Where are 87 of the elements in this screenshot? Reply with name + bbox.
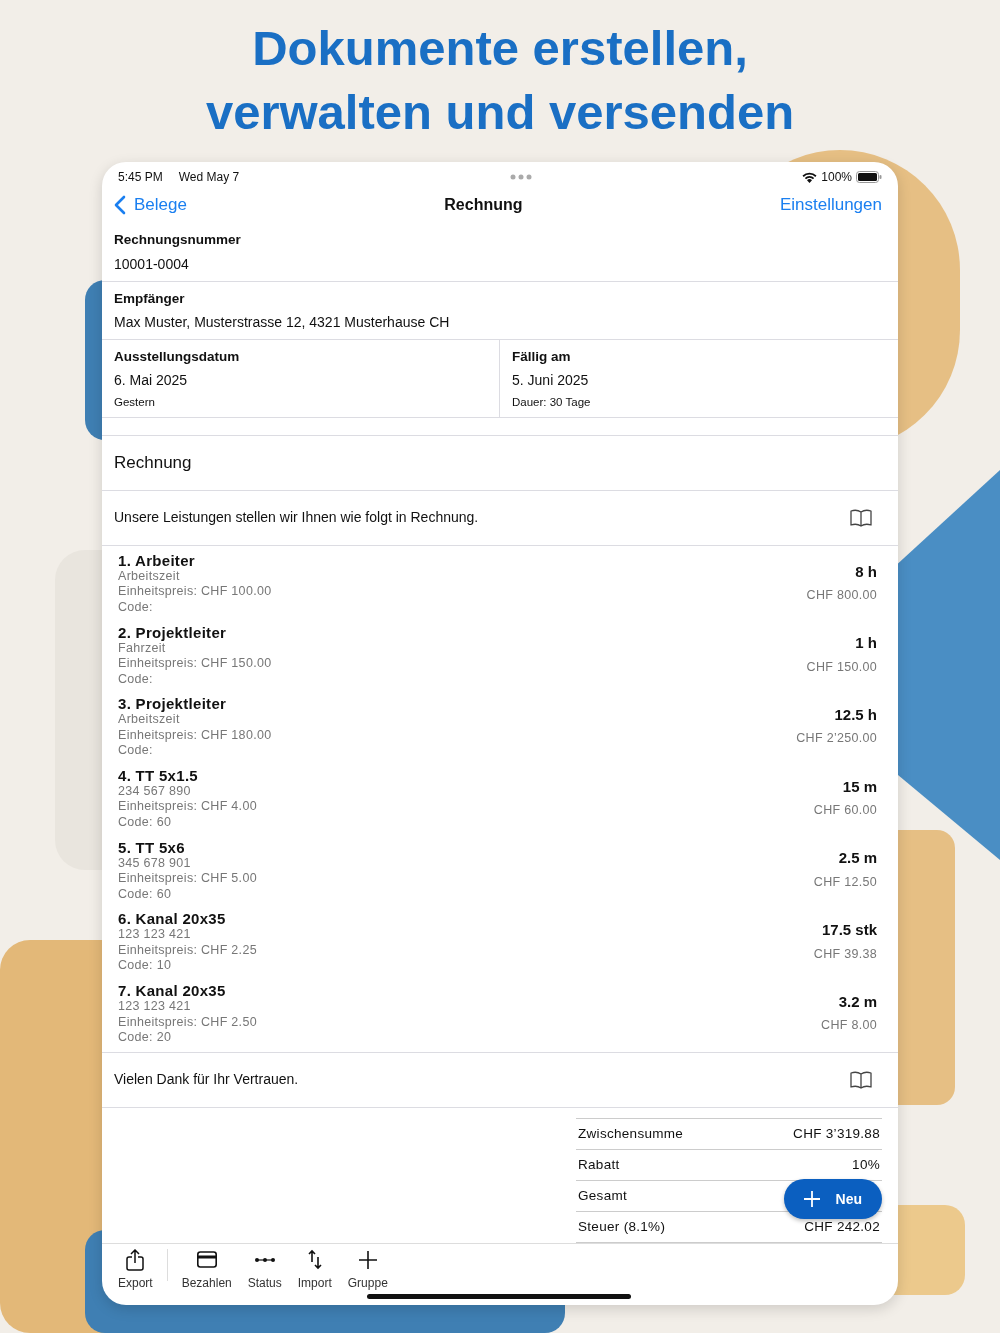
credit-card-icon bbox=[196, 1248, 217, 1271]
item-detail: 123 123 421 bbox=[118, 927, 192, 943]
headline: verwalten und versenden bbox=[204, 84, 796, 141]
item-quantity: 17.5 stk bbox=[820, 920, 877, 941]
item-detail: Arbeitszeit bbox=[118, 712, 181, 728]
toolbar-button[interactable]: Import bbox=[289, 1248, 340, 1292]
status-time: 5:45 PM bbox=[118, 169, 163, 187]
note-text: Vielen Dank für Ihr Vertrauen. bbox=[114, 1070, 299, 1090]
item-detail: Code: bbox=[118, 671, 154, 688]
total-value: CHF 242.02 bbox=[804, 1217, 880, 1236]
more-icon bbox=[509, 174, 532, 181]
total-label: Steuer (8.1%) bbox=[578, 1217, 666, 1236]
chevron-left-icon bbox=[114, 194, 126, 215]
field-note: Dauer: 30 Tage bbox=[512, 395, 592, 411]
item-amount: CHF 150.00 bbox=[806, 658, 877, 676]
new-button[interactable]: Neu bbox=[783, 1179, 882, 1219]
item-amount: CHF 2’250.00 bbox=[796, 730, 877, 748]
item-quantity: 12.5 h bbox=[833, 704, 877, 725]
item-amount: CHF 800.00 bbox=[806, 587, 877, 605]
item-detail: Arbeitszeit bbox=[118, 568, 181, 585]
item-quantity: 2.5 m bbox=[837, 848, 877, 869]
item-detail: Einheitspreis: CHF 5.00 bbox=[118, 871, 257, 887]
status-date: Wed May 7 bbox=[178, 169, 240, 187]
item-detail: Code: 10 bbox=[118, 958, 173, 974]
field-label: Empfänger bbox=[114, 289, 186, 308]
item-detail: Einheitspreis: CHF 100.00 bbox=[118, 584, 272, 600]
toolbar-button[interactable]: Export bbox=[110, 1248, 161, 1292]
item-detail: 123 123 421 bbox=[118, 999, 192, 1015]
item-detail: 234 567 890 bbox=[118, 783, 192, 800]
item-amount: CHF 39.38 bbox=[813, 945, 877, 963]
item-title: 7. Kanal 20x35 bbox=[118, 982, 227, 999]
item-detail: Einheitspreis: CHF 180.00 bbox=[118, 727, 272, 744]
field-label: Rechnungsnummer bbox=[114, 231, 242, 250]
book-icon[interactable] bbox=[850, 1070, 872, 1089]
total-label: Gesamt bbox=[578, 1186, 628, 1205]
toolbar-button[interactable]: Status bbox=[239, 1248, 290, 1292]
field-value: 6. Mai 2025 bbox=[114, 371, 189, 391]
share-icon bbox=[125, 1248, 146, 1271]
field-value: 10001-0004 bbox=[114, 254, 190, 274]
item-detail: Fahrzeit bbox=[118, 640, 166, 657]
item-title: 2. Projektleiter bbox=[118, 623, 228, 641]
plus-icon bbox=[357, 1248, 378, 1271]
section-title: Rechnung bbox=[102, 435, 898, 491]
total-label: Rabatt bbox=[578, 1155, 620, 1174]
item-detail: Einheitspreis: CHF 2.50 bbox=[118, 1014, 257, 1030]
item-title: 1. Arbeiter bbox=[118, 551, 196, 569]
item-detail: 345 678 901 bbox=[118, 855, 192, 872]
headline: Dokumente erstellen, bbox=[251, 20, 749, 77]
item-detail: Code: bbox=[118, 599, 154, 616]
settings-link[interactable]: Einstellungen bbox=[779, 192, 882, 218]
battery-percent: 100% bbox=[821, 169, 852, 187]
battery-icon bbox=[856, 171, 882, 184]
item-detail: Code: 20 bbox=[118, 1030, 173, 1046]
item-detail: Einheitspreis: CHF 2.25 bbox=[118, 942, 257, 959]
field-note: Gestern bbox=[114, 395, 156, 411]
plus-icon bbox=[803, 1191, 820, 1207]
note-text: Unsere Leistungen stellen wir Ihnen wie folgt in Rechnung. bbox=[114, 508, 479, 528]
book-icon[interactable] bbox=[850, 508, 872, 527]
item-quantity: 8 h bbox=[854, 561, 877, 582]
item-title: 6. Kanal 20x35 bbox=[118, 910, 227, 928]
item-detail: Einheitspreis: CHF 150.00 bbox=[118, 656, 272, 672]
back-button[interactable]: Belege bbox=[114, 192, 187, 218]
field-label: Fällig am bbox=[512, 347, 572, 366]
item-detail: Code: 60 bbox=[118, 886, 173, 903]
wifi-icon bbox=[802, 171, 818, 183]
item-detail: Code: bbox=[118, 743, 154, 759]
item-quantity: 3.2 m bbox=[837, 991, 877, 1012]
item-title: 4. TT 5x1.5 bbox=[118, 766, 199, 784]
item-title: 5. TT 5x6 bbox=[118, 838, 186, 856]
total-value: 10% bbox=[852, 1155, 880, 1174]
item-amount: CHF 12.50 bbox=[813, 873, 877, 891]
item-amount: CHF 60.00 bbox=[813, 802, 877, 820]
item-quantity: 1 h bbox=[854, 633, 877, 654]
dots-icon bbox=[254, 1256, 275, 1263]
nav-title: Rechnung bbox=[444, 194, 523, 215]
total-label: Zwischensumme bbox=[578, 1124, 684, 1143]
toolbar-button[interactable]: Gruppe bbox=[339, 1248, 396, 1292]
field-label: Ausstellungsdatum bbox=[114, 347, 241, 366]
item-detail: Einheitspreis: CHF 4.00 bbox=[118, 799, 257, 815]
field-value: Max Muster, Musterstrasse 12, 4321 Musterhause CH bbox=[114, 312, 451, 332]
total-value: CHF 3’319.88 bbox=[793, 1124, 880, 1143]
item-quantity: 15 m bbox=[841, 776, 877, 797]
item-amount: CHF 8.00 bbox=[821, 1017, 877, 1035]
item-detail: Code: 60 bbox=[118, 814, 173, 831]
item-title: 3. Projektleiter bbox=[118, 695, 228, 713]
field-value: 5. Juni 2025 bbox=[512, 371, 590, 391]
toolbar-button[interactable]: Bezahlen bbox=[173, 1248, 240, 1292]
